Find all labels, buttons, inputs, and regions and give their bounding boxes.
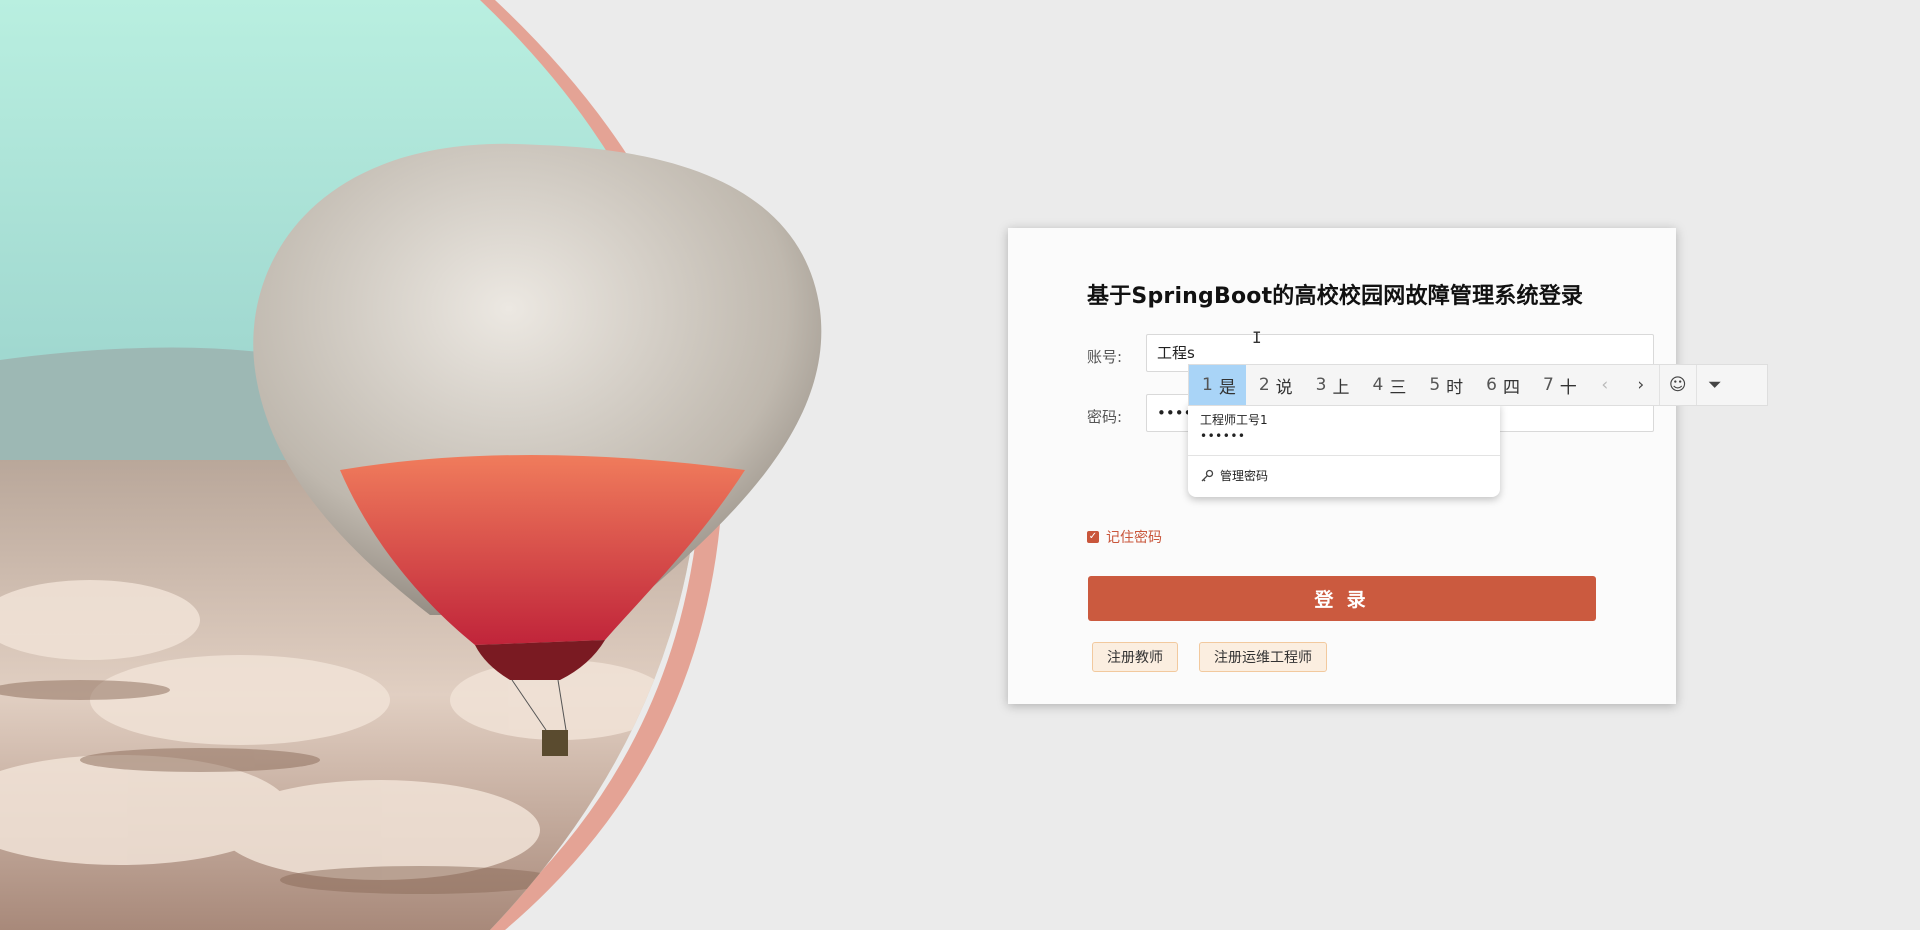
saved-account-username[interactable]: 工程师工号1 [1200,411,1268,428]
page-title: 基于SpringBoot的高校校园网故障管理系统登录 [1087,284,1584,309]
password-autofill-dropdown: 工程师工号1 •••••• 管理密码 [1188,403,1500,497]
ime-candidate[interactable]: 3 上 [1303,365,1360,405]
saved-account-password[interactable]: •••••• [1200,429,1245,443]
ime-candidate-text: 时 [1446,377,1464,398]
register-engineer-button[interactable]: 注册运维工程师 [1199,642,1327,672]
chevron-down-icon[interactable]: ⏷ [1695,365,1733,405]
ime-candidate[interactable]: 6 四 [1473,365,1530,405]
ime-candidate-text: 上 [1332,377,1350,398]
password-label: 密码: [1087,408,1123,426]
ime-candidate[interactable]: 1 是 [1189,365,1246,405]
ime-candidate-number: 2 [1258,375,1270,395]
ime-candidate-number: 3 [1315,375,1327,395]
ime-candidate-text: 十 [1559,377,1577,398]
ime-candidate-number: 1 [1202,375,1213,395]
remember-checkbox[interactable]: ✓ [1087,531,1099,543]
ime-candidate-text: 是 [1218,377,1236,398]
account-label: 账号: [1087,348,1123,366]
chevron-right-icon[interactable]: › [1623,365,1659,405]
register-teacher-button[interactable]: 注册教师 [1092,642,1178,672]
ime-candidate[interactable]: 5 时 [1416,365,1473,405]
emoji-icon[interactable]: ☺ [1658,365,1696,405]
ime-candidate-number: 7 [1542,375,1554,395]
manage-passwords-item[interactable]: 管理密码 [1200,467,1268,484]
manage-passwords-label: 管理密码 [1220,469,1269,483]
ime-candidate-bar: 1 是 2 说 3 上 4 三 5 时 6 四 7 十 ‹ › ☺ ⏷ [1188,364,1768,406]
key-icon [1201,469,1214,481]
autofill-divider [1188,455,1500,456]
ime-candidate[interactable]: 4 三 [1359,365,1416,405]
ime-candidate-text: 四 [1502,377,1520,398]
ime-candidate-number: 4 [1372,375,1384,395]
login-page: 基于SpringBoot的高校校园网故障管理系统登录 账号: 工程s 密码: •… [0,0,1920,930]
remember-label: 记住密码 [1106,530,1162,546]
hero-illustration [0,0,822,930]
ime-candidate-number: 5 [1429,375,1441,395]
hero-balloon-image [0,0,880,930]
remember-password[interactable]: ✓ 记住密码 [1087,527,1162,547]
ime-candidate[interactable]: 2 说 [1246,365,1303,405]
text-cursor-icon: I [1252,328,1262,347]
login-button[interactable]: 登 录 [1088,576,1596,621]
ime-candidate-text: 说 [1275,377,1293,398]
chevron-left-icon[interactable]: ‹ [1587,365,1623,405]
ime-candidate-number: 6 [1486,375,1497,395]
ime-candidate-text: 三 [1389,377,1407,398]
ime-candidate[interactable]: 7 十 [1530,365,1587,405]
